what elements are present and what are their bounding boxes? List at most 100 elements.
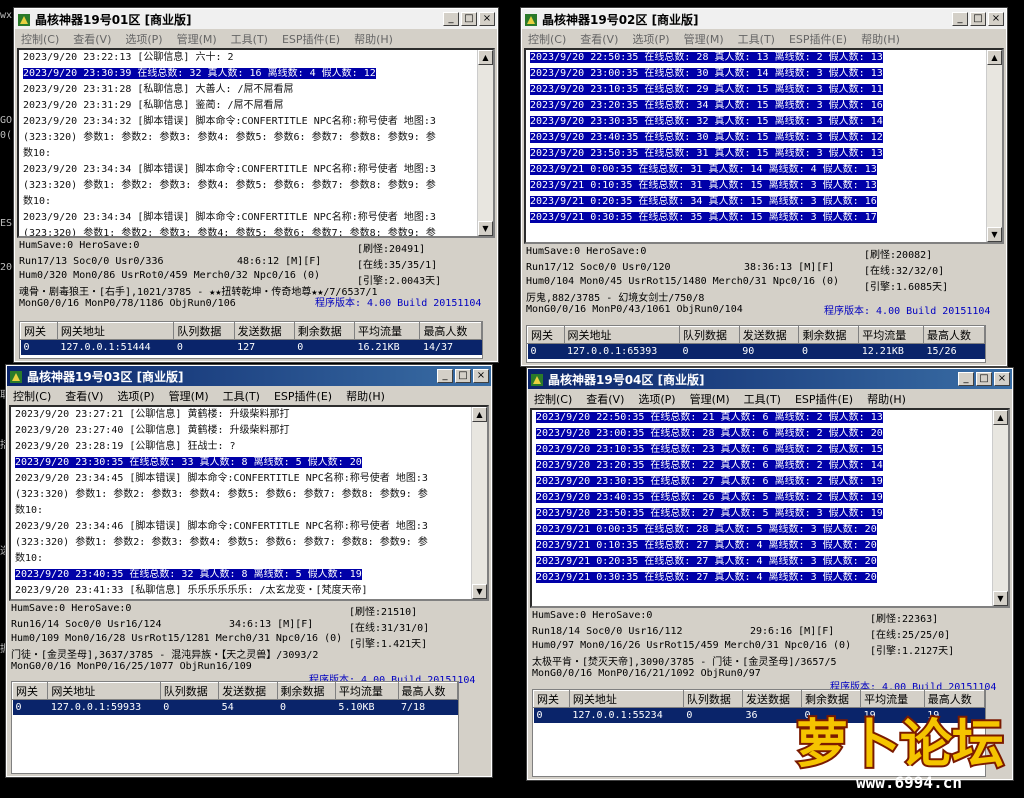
scroll-up-arrow-icon[interactable]: ▲ bbox=[472, 407, 487, 422]
minimize-button[interactable]: _ bbox=[958, 372, 974, 386]
table-row[interactable]: 0 127.0.0.1:59933 0 54 0 5.10KB 7/18 bbox=[12, 699, 458, 715]
title-bar[interactable]: 晶核神器19号03区 [商业版] _ □ × bbox=[7, 366, 491, 386]
table-row[interactable]: 0 127.0.0.1:65393 0 90 0 12.21KB 15/26 bbox=[527, 343, 985, 359]
grid-header[interactable]: 发送数据 bbox=[218, 682, 278, 700]
scroll-up-arrow-icon[interactable]: ▲ bbox=[987, 50, 1002, 65]
menu-item[interactable]: 管理(M) bbox=[690, 391, 730, 407]
window-title: 晶核神器19号03区 [商业版] bbox=[27, 369, 184, 384]
grid-header[interactable]: 网关 bbox=[533, 690, 570, 708]
grid-cell: 7/18 bbox=[398, 699, 458, 715]
log-panel[interactable]: 2023/9/20 23:22:13 [公聊信息] 六十: 2 2023/9/20… bbox=[17, 48, 495, 238]
close-button[interactable]: × bbox=[994, 372, 1010, 386]
log-panel[interactable]: 2023/9/20 23:27:21 [公聊信息] 黄鹤楼: 升级柴料那打 202… bbox=[9, 405, 489, 601]
close-button[interactable]: × bbox=[479, 12, 495, 26]
server-window-1[interactable]: 晶核神器19号01区 [商业版] _ □ × 控制(C) 查看(V) 选项(P) 管理(M) 工… bbox=[13, 7, 499, 363]
menu-item[interactable]: 查看(V) bbox=[65, 388, 103, 404]
log-scrollbar[interactable]: ▲ ▼ bbox=[992, 410, 1008, 606]
menu-item[interactable]: 管理(M) bbox=[177, 31, 217, 47]
menu-item[interactable]: 帮助(H) bbox=[354, 31, 393, 47]
grid-header[interactable]: 网关 bbox=[527, 326, 565, 344]
grid-header[interactable]: 剩余数据 bbox=[276, 682, 336, 700]
menu-item[interactable]: 工具(T) bbox=[223, 388, 260, 404]
menu-item[interactable]: 工具(T) bbox=[744, 391, 781, 407]
status-r2: [在线:32/32/0] bbox=[864, 266, 945, 277]
grid-cell: 0 bbox=[160, 699, 219, 715]
grid-cell: 16.21KB bbox=[354, 339, 420, 355]
gateway-grid[interactable]: 网关 网关地址 队列数据 发送数据 剩余数据 平均流量 最高人数 0 127.0.0.1:599… bbox=[11, 681, 459, 774]
grid-header[interactable]: 平均流量 bbox=[334, 682, 399, 700]
grid-header[interactable]: 网关地址 bbox=[56, 322, 175, 340]
menu-item[interactable]: 查看(V) bbox=[73, 31, 111, 47]
menu-item[interactable]: 帮助(H) bbox=[346, 388, 385, 404]
gateway-grid[interactable]: 网关 网关地址 队列数据 发送数据 剩余数据 平均流量 最高人数 0 127.0.0.1:653… bbox=[526, 325, 986, 363]
menu-item[interactable]: 控制(C) bbox=[21, 31, 59, 47]
menu-item[interactable]: 工具(T) bbox=[738, 31, 775, 47]
menu-item[interactable]: 查看(V) bbox=[580, 31, 618, 47]
maximize-button[interactable]: □ bbox=[461, 12, 477, 26]
menu-item[interactable]: 选项(P) bbox=[638, 391, 675, 407]
menu-item[interactable]: 选项(P) bbox=[117, 388, 154, 404]
scroll-down-arrow-icon[interactable]: ▼ bbox=[472, 584, 487, 599]
grid-header[interactable]: 发送数据 bbox=[233, 322, 295, 340]
scroll-up-arrow-icon[interactable]: ▲ bbox=[993, 410, 1008, 425]
log-line: 2023/9/20 23:27:21 [公聊信息] 黄鹤楼: 升级柴料那打 bbox=[15, 407, 471, 423]
grid-header[interactable]: 最高人数 bbox=[922, 326, 986, 344]
grid-header[interactable]: 队列数据 bbox=[682, 690, 743, 708]
grid-header[interactable]: 网关地址 bbox=[563, 326, 680, 344]
grid-header[interactable]: 平均流量 bbox=[858, 326, 924, 344]
log-scrollbar[interactable]: ▲ ▼ bbox=[477, 50, 493, 236]
menu-item[interactable]: 控制(C) bbox=[528, 31, 566, 47]
grid-header[interactable]: 剩余数据 bbox=[293, 322, 355, 340]
log-panel[interactable]: 2023/9/20 22:50:35 在线总数: 21 真人数: 6 离线数: … bbox=[530, 408, 1010, 608]
grid-header[interactable]: 最高人数 bbox=[397, 682, 459, 700]
close-button[interactable]: × bbox=[473, 369, 489, 383]
minimize-button[interactable]: _ bbox=[952, 12, 968, 26]
grid-header[interactable]: 发送数据 bbox=[738, 326, 800, 344]
title-bar[interactable]: 晶核神器19号02区 [商业版] _ □ × bbox=[522, 9, 1006, 29]
maximize-button[interactable]: □ bbox=[976, 372, 992, 386]
minimize-button[interactable]: _ bbox=[437, 369, 453, 383]
table-row[interactable]: 0 127.0.0.1:51444 0 127 0 16.21KB 14/37 bbox=[20, 339, 482, 355]
title-bar[interactable]: 晶核神器19号01区 [商业版] _ □ × bbox=[15, 9, 497, 29]
menu-item[interactable]: 选项(P) bbox=[125, 31, 162, 47]
log-scrollbar[interactable]: ▲ ▼ bbox=[471, 407, 487, 599]
menu-item[interactable]: ESP插件(E) bbox=[274, 388, 332, 404]
grid-header[interactable]: 队列数据 bbox=[159, 682, 220, 700]
title-bar[interactable]: 晶核神器19号04区 [商业版] _ □ × bbox=[528, 369, 1012, 389]
maximize-button[interactable]: □ bbox=[455, 369, 471, 383]
scroll-down-arrow-icon[interactable]: ▼ bbox=[987, 227, 1002, 242]
menu-item[interactable]: 控制(C) bbox=[534, 391, 572, 407]
menu-item[interactable]: 管理(M) bbox=[169, 388, 209, 404]
log-scrollbar[interactable]: ▲ ▼ bbox=[986, 50, 1002, 242]
gateway-grid[interactable]: 网关 网关地址 队列数据 发送数据 剩余数据 平均流量 最高人数 0 127.0.0.1:514… bbox=[19, 321, 483, 359]
menu-item[interactable]: 选项(P) bbox=[632, 31, 669, 47]
scroll-down-arrow-icon[interactable]: ▼ bbox=[993, 591, 1008, 606]
menu-item[interactable]: ESP插件(E) bbox=[282, 31, 340, 47]
log-text: 2023/9/20 23:30:35 在线总数: 33 真人数: 8 离线数: … bbox=[15, 457, 362, 468]
menu-item[interactable]: 工具(T) bbox=[231, 31, 268, 47]
grid-header[interactable]: 平均流量 bbox=[353, 322, 421, 340]
server-window-2[interactable]: 晶核神器19号02区 [商业版] _ □ × 控制(C) 查看(V) 选项(P) 管理(M) 工… bbox=[520, 7, 1008, 367]
menu-item[interactable]: 控制(C) bbox=[13, 388, 51, 404]
grid-header[interactable]: 网关地址 bbox=[47, 682, 161, 700]
grid-header[interactable]: 队列数据 bbox=[678, 326, 740, 344]
minimize-button[interactable]: _ bbox=[443, 12, 459, 26]
menu-item[interactable]: 帮助(H) bbox=[861, 31, 900, 47]
menu-item[interactable]: ESP插件(E) bbox=[795, 391, 853, 407]
menu-item[interactable]: ESP插件(E) bbox=[789, 31, 847, 47]
server-window-3[interactable]: 晶核神器19号03区 [商业版] _ □ × 控制(C) 查看(V) 选项(P) 管理(M) 工… bbox=[5, 364, 493, 778]
maximize-button[interactable]: □ bbox=[970, 12, 986, 26]
scroll-down-arrow-icon[interactable]: ▼ bbox=[478, 221, 493, 236]
grid-header[interactable]: 网关 bbox=[20, 322, 58, 340]
log-panel[interactable]: 2023/9/20 22:50:35 在线总数: 28 真人数: 13 离线数:… bbox=[524, 48, 1004, 244]
menu-item[interactable]: 查看(V) bbox=[586, 391, 624, 407]
grid-header[interactable]: 网关地址 bbox=[568, 690, 684, 708]
menu-item[interactable]: 帮助(H) bbox=[867, 391, 906, 407]
close-button[interactable]: × bbox=[988, 12, 1004, 26]
scroll-up-arrow-icon[interactable]: ▲ bbox=[478, 50, 493, 65]
grid-header[interactable]: 网关 bbox=[11, 682, 49, 700]
menu-item[interactable]: 管理(M) bbox=[684, 31, 724, 47]
grid-header[interactable]: 最高人数 bbox=[419, 322, 482, 340]
grid-header[interactable]: 剩余数据 bbox=[798, 326, 860, 344]
grid-header[interactable]: 队列数据 bbox=[173, 322, 235, 340]
